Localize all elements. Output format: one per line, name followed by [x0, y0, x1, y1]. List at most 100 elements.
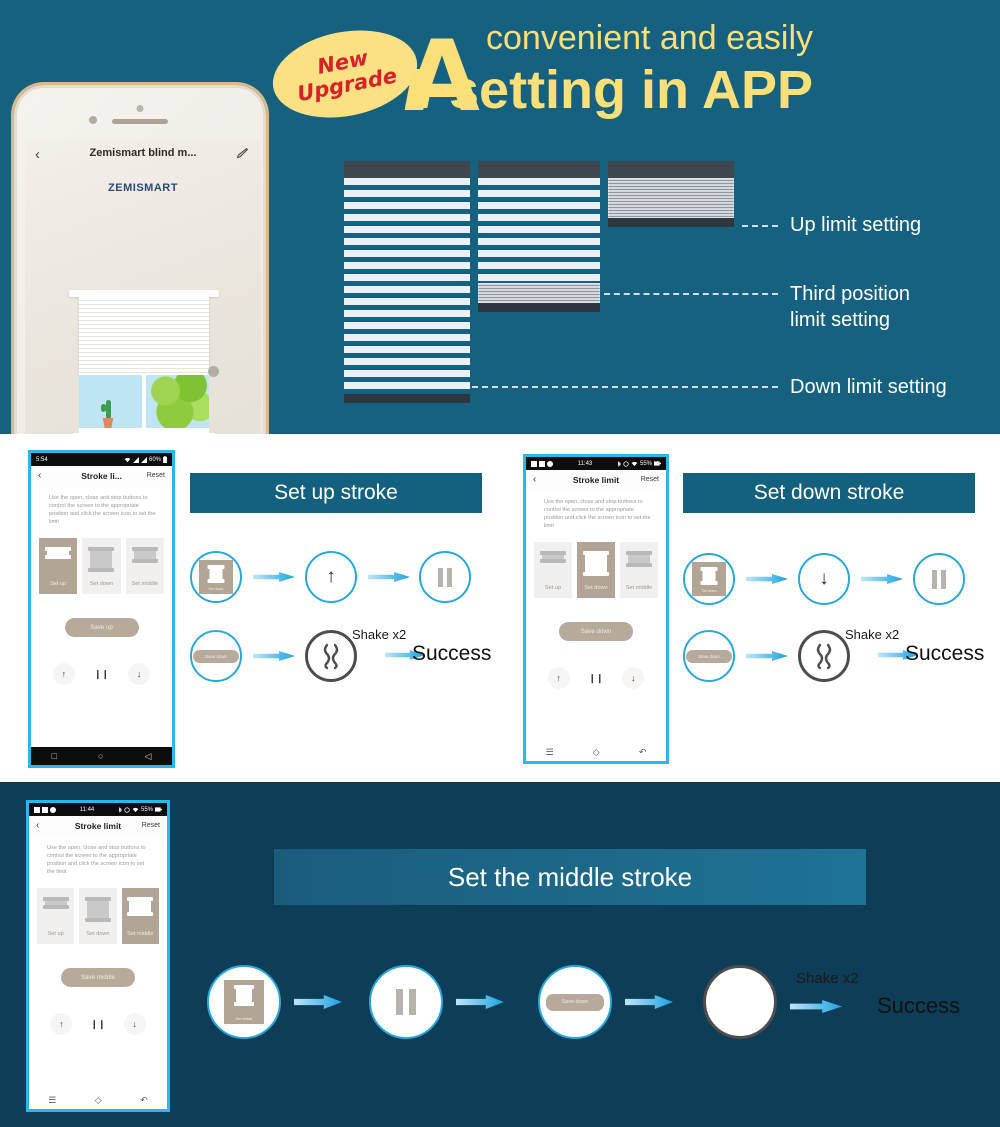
reset-button[interactable]: Reset	[142, 822, 160, 829]
blind-up-icon	[42, 897, 69, 909]
new-upgrade-badge: New Upgrade	[265, 18, 425, 130]
flow-step-save-button: Save down	[538, 965, 612, 1039]
stop-pause-button[interactable]: ❙❙	[585, 667, 607, 689]
status-left-icons	[531, 460, 553, 467]
pencil-icon[interactable]	[236, 147, 249, 160]
blind-stacked-slats	[478, 283, 600, 303]
bluetooth-icon	[617, 460, 621, 467]
menu-icon[interactable]: ☰	[546, 747, 554, 758]
card-set-middle[interactable]: Set middle	[121, 888, 159, 944]
card-set-middle[interactable]: Set middle	[125, 538, 164, 594]
label-third-position-limit-setting: Third position limit setting	[790, 281, 910, 333]
close-down-button[interactable]: ↓	[622, 667, 645, 689]
card-label: Set middle	[127, 931, 154, 937]
brand-logo-text: ZEMISMART	[108, 182, 178, 194]
pause-icon	[932, 569, 946, 589]
set-middle-card-thumb: Set middle	[224, 980, 264, 1024]
save-button-thumb: Save down	[686, 649, 732, 663]
status-icons: 55%	[617, 461, 661, 467]
card-set-down[interactable]: Set down	[79, 888, 117, 944]
blind-up-icon	[540, 551, 566, 563]
flow-step-save-button: Save down	[683, 630, 735, 682]
blind-pull-handle[interactable]	[208, 366, 219, 377]
app-icon	[531, 460, 537, 467]
flow-step-shake	[305, 630, 357, 682]
stop-pause-button[interactable]: ❙❙	[90, 663, 112, 685]
save-button[interactable]: Save middle	[61, 968, 135, 987]
open-up-button[interactable]: ↑	[50, 1013, 73, 1035]
open-up-button[interactable]: ↑	[547, 667, 570, 689]
blind-open-slats	[478, 178, 600, 283]
home-icon[interactable]: ○	[98, 751, 103, 761]
card-set-down[interactable]: Set down	[82, 538, 121, 594]
set-down-card-thumb: Set down	[692, 562, 726, 596]
close-down-button[interactable]: ↓	[123, 1013, 146, 1035]
card-set-up[interactable]: Set up	[37, 888, 75, 944]
shake-icon	[323, 643, 339, 670]
blind-bottom-rail	[344, 394, 470, 403]
android-nav-bar: ☰ ◇ ↶	[29, 1091, 167, 1109]
battery-icon	[163, 456, 167, 463]
menu-icon[interactable]: ☰	[48, 1095, 56, 1106]
flow-step-shake	[798, 630, 850, 682]
blind-glyph	[700, 567, 718, 585]
blind-diagram-third-position	[478, 161, 600, 312]
android-status-bar: 11:44 55%	[29, 803, 167, 816]
card-label: Set down	[89, 581, 114, 587]
open-up-button[interactable]: ↑	[52, 663, 75, 685]
card-label: Set up	[47, 931, 64, 937]
stroke-option-cards: Set up Set down Set middle	[526, 530, 666, 598]
status-time: 11:44	[79, 806, 95, 813]
headline-subtitle: convenient and easily	[486, 19, 814, 57]
blind-slats	[79, 297, 209, 375]
flow-step-down-arrow: ↓	[798, 553, 850, 605]
reset-button[interactable]: Reset	[147, 472, 165, 479]
label-third-line-1: Third position	[790, 283, 911, 305]
phone-screenshot-set-middle: 11:44 55% ‹ Stroke limit Reset Use the o…	[26, 800, 170, 1112]
battery-percent: 55%	[639, 460, 652, 467]
stop-pause-button[interactable]: ❙❙	[87, 1013, 109, 1035]
home-icon[interactable]: ◇	[95, 1095, 102, 1106]
blind-open-slats	[344, 178, 470, 394]
card-thumb-label: Set middle	[235, 1017, 253, 1021]
close-down-button[interactable]: ↓	[128, 663, 151, 685]
back-icon[interactable]: ↶	[140, 1095, 148, 1106]
blind-glyph	[234, 985, 254, 1006]
success-label: Success	[905, 642, 985, 665]
blind-diagram-up-limit	[608, 161, 734, 227]
pause-icon	[396, 989, 416, 1015]
card-label: Set down	[584, 585, 608, 591]
card-set-up[interactable]: Set up	[534, 542, 572, 598]
leader-line-third-position	[604, 293, 778, 295]
flow-title-set-down-stroke: Set down stroke	[683, 473, 975, 513]
app-icon-2	[539, 460, 545, 467]
flow-title-set-up-stroke: Set up stroke	[190, 473, 482, 513]
card-set-down[interactable]: Set down	[577, 542, 615, 598]
blind-bottom-rail	[608, 218, 734, 227]
battery-icon	[654, 461, 661, 466]
phone-camera	[89, 116, 97, 124]
blind-middle-icon	[127, 897, 154, 916]
android-nav-bar: ☰ ◇ ↶	[526, 743, 666, 761]
leader-line-down-limit	[472, 386, 778, 388]
card-label: Set up	[50, 581, 67, 587]
blind-up-icon	[45, 547, 72, 559]
flow-step-shake	[703, 965, 777, 1039]
blind-headrail	[69, 290, 219, 297]
window-mullion	[142, 375, 146, 428]
flow-step-save-button: Save down	[190, 630, 242, 682]
card-set-middle[interactable]: Set middle	[620, 542, 658, 598]
reset-button[interactable]: Reset	[641, 476, 659, 483]
card-set-up[interactable]: Set up	[39, 538, 78, 594]
home-icon[interactable]: ◇	[593, 747, 600, 758]
back-icon[interactable]: ◁	[145, 751, 152, 762]
success-label: Success	[412, 642, 492, 665]
control-buttons: ↑ ❙❙ ↓	[31, 663, 172, 685]
save-button[interactable]: Save down	[559, 622, 633, 641]
back-icon[interactable]: ↶	[639, 747, 647, 758]
leader-line-up-limit	[742, 225, 778, 227]
recents-icon[interactable]: □	[52, 751, 57, 761]
save-button[interactable]: Save up	[64, 618, 139, 637]
up-arrow-icon: ↑	[326, 566, 336, 587]
phone-screenshot-set-down: 11:43 55% ‹ Stroke limit Reset Use the o…	[523, 454, 669, 764]
